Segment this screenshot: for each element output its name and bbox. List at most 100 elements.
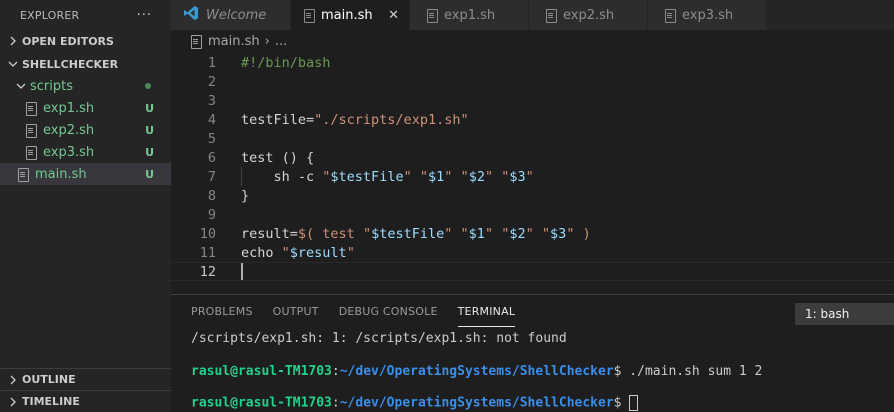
vscode-logo-icon [183,5,199,25]
file-icon [190,35,202,49]
code-line: 8 } [171,186,894,205]
tab-exp3-sh[interactable]: exp3.sh [648,0,767,30]
modified-dot-icon [145,83,151,89]
code-line: 11 echo "$result" [171,243,894,262]
file-icon [545,9,557,23]
tab-label: exp2.sh [563,7,615,23]
code-token: echo [241,244,282,261]
code-variable: $1 [428,168,445,185]
line-number: 6 [207,149,216,166]
explorer-header: EXPLORER ··· [0,0,171,30]
outline-label: OUTLINE [22,373,76,386]
file-exp1[interactable]: exp1.sh U [0,97,171,119]
folder-scripts[interactable]: scripts [0,75,171,97]
breadcrumb: main.sh › ... [171,30,894,52]
file-label: exp1.sh [43,100,95,116]
tab-welcome[interactable]: Welcome [171,0,291,30]
code-variable: $3 [509,168,526,185]
file-label: exp3.sh [43,144,95,160]
tab-output[interactable]: OUTPUT [273,305,319,327]
tab-exp1-sh[interactable]: exp1.sh [410,0,529,30]
file-icon [25,146,37,160]
code-string: "./scripts/exp1.sh" [314,111,469,128]
line-number: 11 [199,244,216,261]
chevron-right-icon [6,375,20,385]
code-token: test () { [241,149,315,166]
tab-label: Welcome [206,7,267,23]
tab-problems[interactable]: PROBLEMS [191,305,253,327]
file-main[interactable]: main.sh U [0,163,171,185]
text-cursor [241,263,243,280]
close-icon[interactable]: ✕ [388,8,399,23]
code-variable: $result [289,244,347,261]
code-line: 7 sh -c "$testFile" "$1" "$2" "$3" [171,167,894,186]
code-token: testFile= [241,111,315,128]
git-status-badge: U [145,167,154,181]
open-editors-label: OPEN EDITORS [22,34,114,48]
open-editors-section[interactable]: OPEN EDITORS [0,30,171,52]
code-string: " [525,168,534,185]
code-string [534,226,542,242]
bottom-panel: PROBLEMS OUTPUT DEBUG CONSOLE TERMINAL 1… [171,294,894,412]
terminal-colon: : [331,395,340,411]
breadcrumb-file[interactable]: main.sh [208,34,260,49]
code-token: } [241,187,250,204]
explorer-sidebar: EXPLORER ··· OPEN EDITORS SHELLCHECKER s… [0,0,171,412]
file-exp2[interactable]: exp2.sh U [0,119,171,141]
code-string: ) [574,225,591,242]
terminal-select[interactable]: 1: bash [795,303,894,325]
tab-exp2-sh[interactable]: exp2.sh [529,0,648,30]
tab-main-sh[interactable]: main.sh ✕ [291,0,410,30]
git-status-badge: U [145,123,154,137]
timeline-section[interactable]: TIMELINE [0,390,171,412]
folder-label: scripts [30,78,73,94]
tab-label: exp3.sh [682,7,734,23]
explorer-title: EXPLORER [20,8,80,22]
terminal-prompt-line[interactable]: rasul@rasul-TM1703:~/dev/OperatingSystem… [191,395,639,411]
code-line: 2 [171,72,894,91]
breadcrumb-more[interactable]: ... [275,34,287,49]
file-icon [664,9,676,23]
chevron-right-icon [6,397,20,407]
editor-tab-bar: Welcome main.sh ✕ exp1.sh exp2.sh exp3.s… [171,0,894,30]
code-string: " [484,225,494,242]
file-exp3[interactable]: exp3.sh U [0,141,171,163]
code-string: " [362,225,372,242]
chevron-right-icon [6,36,20,46]
line-number: 8 [207,187,216,204]
code-variable: $2 [509,225,526,242]
file-icon [25,102,37,116]
file-icon [426,9,438,23]
code-line: 1 #!/bin/bash [171,53,894,72]
more-actions-icon[interactable]: ··· [137,8,152,23]
terminal-colon: : [331,364,340,379]
code-string: " [346,244,355,261]
project-label: SHELLCHECKER [22,57,119,71]
code-variable: $testFile [330,168,404,185]
code-string [452,226,460,242]
code-editor[interactable]: 1 #!/bin/bash 2 3 4 testFile="./scripts/… [171,53,894,294]
file-label: exp2.sh [43,122,95,138]
terminal-cursor [629,395,639,411]
code-line: 9 [171,205,894,224]
code-token: sh -c [241,168,323,185]
git-status-badge: U [145,145,154,159]
terminal-command: $ ./main.sh sum 1 2 [613,364,763,379]
file-icon [25,124,37,138]
line-number: 2 [207,73,216,90]
tab-terminal[interactable]: TERMINAL [457,305,516,327]
code-string: " [460,225,469,242]
line-number: 12 [199,263,216,280]
tab-debug-console[interactable]: DEBUG CONSOLE [339,305,438,327]
code-variable: $testFile [371,225,445,242]
outline-section[interactable]: OUTLINE [0,368,171,390]
project-section[interactable]: SHELLCHECKER [0,53,171,75]
terminal-user: rasul@rasul-TM1703 [191,395,332,411]
chevron-down-icon [6,60,20,68]
code-line: 10 result=$( test "$testFile" "$1" "$2" … [171,224,894,243]
code-variable: $2 [468,168,485,185]
git-status-badge: U [145,101,154,115]
tab-label: exp1.sh [444,7,496,23]
